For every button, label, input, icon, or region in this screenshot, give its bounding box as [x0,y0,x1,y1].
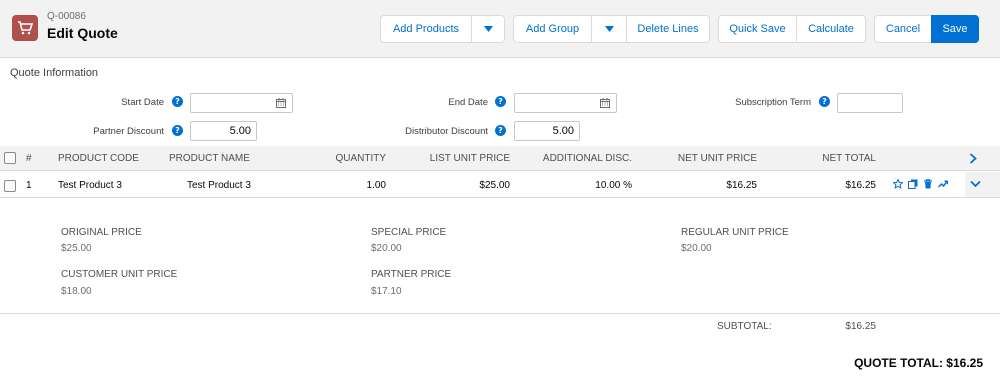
save-button[interactable]: Save [931,15,979,43]
special-price-label: SPECIAL PRICE [371,227,447,238]
customer-unit-price-value: $18.00 [61,286,92,297]
page-title: Edit Quote [47,25,118,41]
column-header-product-code[interactable]: PRODUCT CODE [58,153,139,164]
trash-icon[interactable] [923,179,933,189]
record-id: Q-00086 [47,11,86,22]
caret-down-icon [483,26,493,32]
calendar-icon[interactable] [276,98,286,108]
partner-price-value: $17.10 [371,286,402,297]
quantity-cell[interactable]: 1.00 [300,180,386,191]
help-icon[interactable]: ? [172,96,183,107]
calculate-button[interactable]: Calculate [796,15,866,43]
start-date-field[interactable] [190,93,293,113]
table-header: # PRODUCT CODE PRODUCT NAME QUANTITY LIS… [0,146,1000,171]
distributor-discount-label: Distributor Discount [405,126,488,137]
column-header-net-total[interactable]: NET TOTAL [780,153,876,164]
original-price-label: ORIGINAL PRICE [61,227,142,238]
column-header-quantity[interactable]: QUANTITY [300,153,386,164]
row-divider [0,197,1000,198]
chevron-right-icon[interactable] [969,153,977,164]
distributor-discount-field[interactable]: 5.00 [514,121,580,141]
quick-save-button[interactable]: Quick Save [718,15,797,43]
add-group-menu-button[interactable] [591,15,627,43]
column-header-net-unit-price[interactable]: NET UNIT PRICE [650,153,757,164]
net-total-cell: $16.25 [845,180,876,191]
start-date-label: Start Date [121,97,164,108]
add-group-button[interactable]: Add Group [513,15,592,43]
column-header-num: # [26,153,32,164]
column-header-product-name[interactable]: PRODUCT NAME [169,153,250,164]
help-icon[interactable]: ? [172,125,183,136]
customer-unit-price-label: CUSTOMER UNIT PRICE [61,269,178,280]
subtotal-value: $16.25 [845,321,876,332]
subscription-term-label: Subscription Term [735,97,811,108]
regular-unit-price-label: REGULAR UNIT PRICE [681,227,789,238]
additional-disc-cell[interactable]: 10.00 % [520,180,632,191]
special-price-value: $20.00 [371,243,402,254]
partner-discount-field[interactable]: 5.00 [190,121,257,141]
help-icon[interactable]: ? [819,96,830,107]
column-header-additional-disc[interactable]: ADDITIONAL DISC. [520,153,632,164]
end-date-field[interactable] [514,93,617,113]
delete-lines-button[interactable]: Delete Lines [626,15,710,43]
chevron-down-icon[interactable] [970,180,981,188]
cancel-button[interactable]: Cancel [874,15,932,43]
end-date-label: End Date [448,97,488,108]
subscription-term-field[interactable] [837,93,903,113]
calendar-icon[interactable] [600,98,610,108]
help-icon[interactable]: ? [495,125,506,136]
quote-total: QUOTE TOTAL: $16.25 [854,356,983,370]
row-checkbox[interactable] [4,180,16,192]
regular-unit-price-value: $20.00 [681,243,712,254]
product-name-cell: Test Product 3 [187,180,251,191]
trend-icon[interactable] [938,179,948,189]
product-code-cell[interactable]: Test Product 3 [58,180,122,191]
star-icon[interactable] [893,179,903,189]
row-number: 1 [26,180,32,191]
cart-icon [12,15,38,41]
add-products-menu-button[interactable] [471,15,505,43]
help-icon[interactable]: ? [495,96,506,107]
clone-icon[interactable] [908,179,918,189]
select-all-checkbox[interactable] [4,152,16,164]
section-title: Quote Information [10,67,99,79]
list-unit-price-cell: $25.00 [479,180,510,191]
partner-discount-label: Partner Discount [93,126,164,137]
subtotal-label: SUBTOTAL: [717,321,772,332]
column-header-list-unit-price[interactable]: LIST UNIT PRICE [400,153,510,164]
caret-down-icon [604,26,614,32]
partner-price-label: PARTNER PRICE [371,269,452,280]
original-price-value: $25.00 [61,243,92,254]
section-divider [0,313,1000,314]
add-products-button[interactable]: Add Products [380,15,472,43]
page-header: Q-00086 Edit Quote Add Products Add Grou… [0,0,1000,58]
net-unit-price-cell: $16.25 [726,180,757,191]
row-expand-toggle[interactable] [965,172,1000,197]
